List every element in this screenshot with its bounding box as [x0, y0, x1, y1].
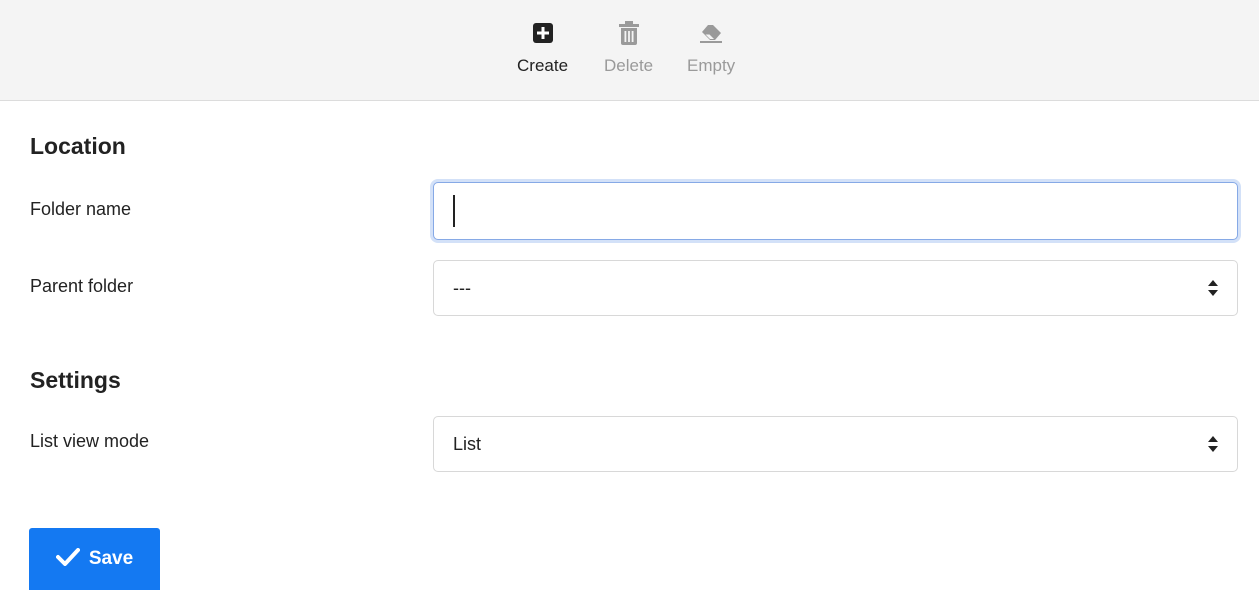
delete-button[interactable]: Delete [604, 20, 653, 76]
empty-button[interactable]: Empty [687, 20, 735, 76]
folder-name-label: Folder name [30, 199, 132, 219]
list-view-mode-select[interactable]: List [433, 416, 1238, 472]
settings-section-title: Settings [30, 367, 121, 393]
save-label: Save [88, 548, 134, 569]
create-label: Create [517, 56, 569, 75]
save-button[interactable]: Save [29, 528, 160, 590]
delete-label: Delete [604, 56, 654, 75]
list-view-mode-label: List view mode [30, 431, 150, 451]
parent-folder-select[interactable]: --- [433, 260, 1238, 316]
parent-folder-value: --- [453, 278, 471, 298]
checkmark-icon [55, 547, 80, 571]
parent-folder-label: Parent folder [30, 276, 134, 296]
sort-arrows-icon [1207, 434, 1219, 454]
create-button[interactable]: Create [517, 20, 568, 76]
plus-square-icon [531, 20, 555, 46]
list-view-mode-value: List [453, 434, 482, 454]
text-caret [453, 195, 455, 227]
empty-label: Empty [687, 56, 736, 75]
location-section-title: Location [30, 133, 126, 159]
sort-arrows-icon [1207, 278, 1219, 298]
trash-icon [617, 20, 641, 46]
eraser-icon [699, 20, 723, 46]
toolbar: Create Delete Empty [0, 0, 1259, 101]
folder-name-input[interactable] [433, 182, 1238, 240]
